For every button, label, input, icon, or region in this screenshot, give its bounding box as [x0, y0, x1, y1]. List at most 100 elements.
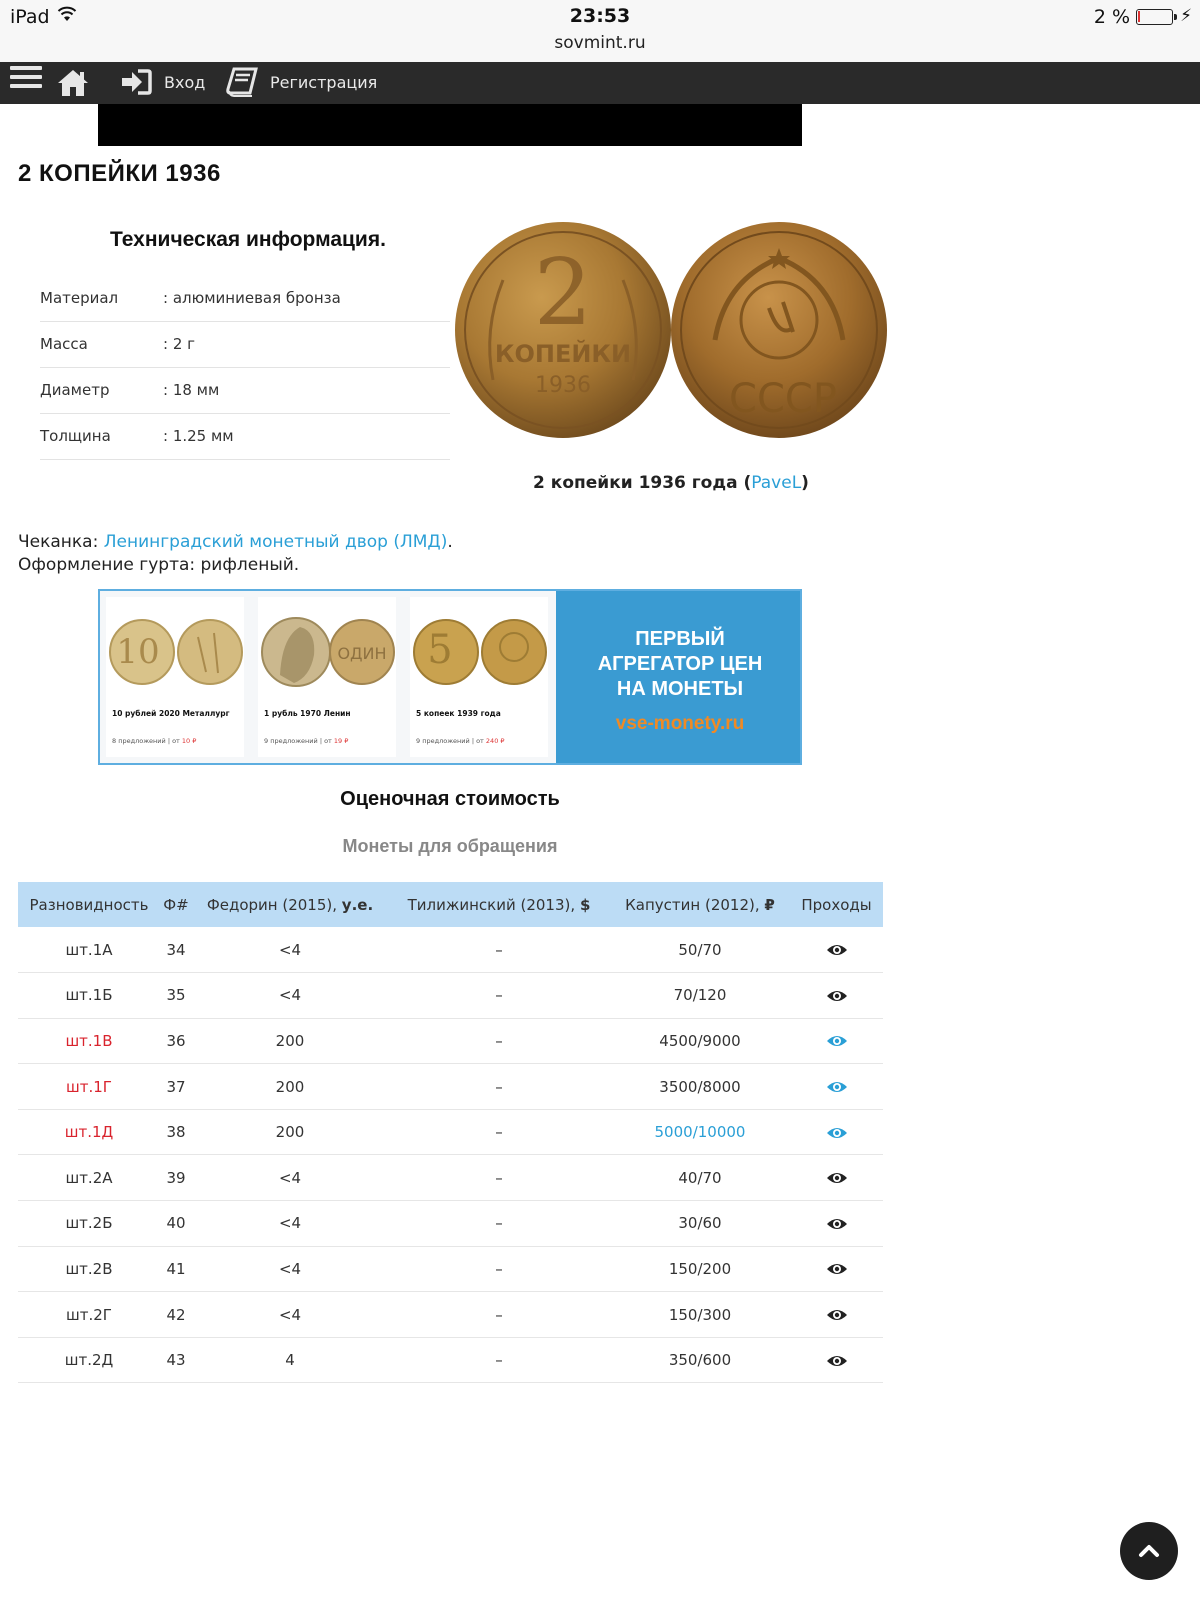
- cell-kapustin[interactable]: 5000/10000: [610, 1109, 790, 1156]
- cell-kapustin: 40/70: [610, 1154, 790, 1202]
- col-variety: Разновидность: [18, 882, 160, 927]
- eye-icon[interactable]: [826, 1034, 848, 1048]
- cell-fedorin: <4: [192, 972, 388, 1019]
- cell-kapustin: 70/120: [610, 972, 790, 1019]
- cell-variety: шт.1Д: [18, 1109, 160, 1156]
- banner-promo[interactable]: ПЕРВЫЙ АГРЕГАТОР ЦЕН НА МОНЕТЫ vse-monet…: [556, 591, 800, 763]
- table-row: шт.1А 34 <4–50/70: [18, 927, 883, 974]
- cell-tilizhinsky: –: [388, 1337, 610, 1384]
- cell-fedorin: 200: [192, 1063, 388, 1110]
- cell-passes[interactable]: [790, 1337, 883, 1384]
- cell-fnum: 39: [160, 1154, 192, 1202]
- svg-text:2: 2: [534, 239, 593, 346]
- banner-card[interactable]: ОДИН 1 рубль 1970 Ленин 9 предложений | …: [258, 597, 396, 757]
- banner-card-name: 10 рублей 2020 Металлург: [112, 709, 230, 718]
- cell-passes[interactable]: [790, 1063, 883, 1110]
- tech-value: : 2 г: [163, 335, 196, 353]
- login-label: Вход: [164, 72, 206, 92]
- eye-icon[interactable]: [826, 1308, 848, 1322]
- book-icon: [226, 67, 258, 97]
- cell-fnum: 34: [160, 927, 192, 974]
- minting-label: Чеканка:: [18, 532, 99, 552]
- price-table: Разновидность Ф# Федорин (2015), у.е. Ти…: [18, 882, 883, 1384]
- tech-key: Материал: [40, 289, 119, 307]
- home-icon[interactable]: [56, 68, 90, 98]
- banner-headline: ПЕРВЫЙ АГРЕГАТОР ЦЕН НА МОНЕТЫ: [597, 628, 763, 700]
- cell-fnum: 41: [160, 1246, 192, 1293]
- price-table-header: Разновидность Ф# Федорин (2015), у.е. Ти…: [18, 882, 883, 927]
- coin-thumbnail: ОДИН: [261, 617, 395, 687]
- login-link[interactable]: Вход: [120, 68, 205, 96]
- register-link[interactable]: Регистрация: [226, 67, 377, 97]
- svg-text:5: 5: [427, 627, 452, 673]
- cell-fedorin: <4: [192, 927, 388, 974]
- cell-fnum: 42: [160, 1291, 192, 1338]
- eye-icon[interactable]: [826, 1354, 848, 1368]
- tech-info-heading: Техническая информация.: [110, 228, 386, 251]
- table-row: шт.2Б 40 <4–30/60: [18, 1200, 883, 1247]
- cell-fnum: 37: [160, 1063, 192, 1110]
- table-row: шт.2А 39 <4–40/70: [18, 1154, 883, 1202]
- cell-passes[interactable]: [790, 1291, 883, 1338]
- tech-row-material: Материал : алюминиевая бронза: [40, 276, 450, 322]
- mint-link[interactable]: Ленинградский монетный двор (ЛМД): [104, 532, 448, 552]
- eye-icon[interactable]: [826, 1262, 848, 1276]
- cell-fnum: 35: [160, 972, 192, 1019]
- cell-passes[interactable]: [790, 1246, 883, 1293]
- col-passes: Проходы: [790, 882, 883, 927]
- cell-fedorin: <4: [192, 1246, 388, 1293]
- hamburger-icon[interactable]: [10, 66, 42, 94]
- eye-icon[interactable]: [826, 1217, 848, 1231]
- tech-row-mass: Масса : 2 г: [40, 322, 450, 368]
- cell-fedorin: 4: [192, 1337, 388, 1384]
- edge-info: Оформление гурта: рифленый.: [18, 555, 300, 575]
- tech-info-table: Материал : алюминиевая бронза Масса : 2 …: [40, 276, 450, 460]
- tech-row-diameter: Диаметр : 18 мм: [40, 368, 450, 414]
- cell-tilizhinsky: –: [388, 927, 610, 974]
- cell-variety: шт.1Б: [18, 972, 160, 1019]
- svg-text:10: 10: [116, 632, 159, 672]
- eye-icon[interactable]: [826, 943, 848, 957]
- tech-key: Диаметр: [40, 381, 110, 399]
- cell-fnum: 36: [160, 1018, 192, 1065]
- minting-info: Чеканка: Ленинградский монетный двор (ЛМ…: [18, 532, 453, 552]
- ad-banner[interactable]: 10 10 рублей 2020 Металлург 8 предложени…: [98, 589, 802, 765]
- scroll-to-top-button[interactable]: [1120, 1522, 1178, 1580]
- table-row: шт.2Г 42 <4–150/300: [18, 1291, 883, 1338]
- cell-passes[interactable]: [790, 1154, 883, 1202]
- cell-passes[interactable]: [790, 1200, 883, 1247]
- eye-icon[interactable]: [826, 1171, 848, 1185]
- banner-card-offer: 8 предложений | от 10 ₽: [112, 737, 197, 745]
- cell-passes[interactable]: [790, 1018, 883, 1065]
- eye-icon[interactable]: [826, 1126, 848, 1140]
- tech-key: Масса: [40, 335, 88, 353]
- cell-fedorin: <4: [192, 1154, 388, 1202]
- cell-tilizhinsky: –: [388, 1246, 610, 1293]
- cell-variety: шт.2Д: [18, 1337, 160, 1384]
- banner-card[interactable]: 10 10 рублей 2020 Металлург 8 предложени…: [106, 597, 244, 757]
- cell-passes[interactable]: [790, 972, 883, 1019]
- table-row: шт.1В 36 200–4500/9000: [18, 1018, 883, 1065]
- table-row: шт.1Г 37 200–3500/8000: [18, 1063, 883, 1110]
- coin-photo[interactable]: 2 КОПЕЙКИ 1936 СССР: [453, 220, 889, 440]
- cell-kapustin: 3500/8000: [610, 1063, 790, 1110]
- eye-icon[interactable]: [826, 989, 848, 1003]
- banner-card[interactable]: 5 5 копеек 1939 года 9 предложений | от …: [410, 597, 548, 757]
- cell-passes[interactable]: [790, 1109, 883, 1156]
- estimate-heading: Оценочная стоимость: [340, 788, 560, 810]
- svg-text:КОПЕЙКИ: КОПЕЙКИ: [495, 339, 631, 368]
- coin-author-link[interactable]: PaveL: [751, 473, 801, 493]
- address-bar[interactable]: sovmint.ru: [0, 33, 1200, 53]
- eye-icon[interactable]: [826, 1080, 848, 1094]
- svg-text:1936: 1936: [535, 373, 591, 398]
- cell-passes[interactable]: [790, 927, 883, 974]
- col-kapustin: Капустин (2012), ₽: [610, 882, 790, 927]
- cell-fnum: 43: [160, 1337, 192, 1384]
- coin-thumbnail: 5: [413, 619, 547, 685]
- svg-text:СССР: СССР: [729, 376, 837, 422]
- cell-variety: шт.2В: [18, 1246, 160, 1293]
- col-fnum: Ф#: [160, 882, 192, 927]
- banner-site: vse-monety.ru: [615, 713, 745, 734]
- col-fedorin: Федорин (2015), у.е.: [192, 882, 388, 927]
- cell-fedorin: 200: [192, 1018, 388, 1065]
